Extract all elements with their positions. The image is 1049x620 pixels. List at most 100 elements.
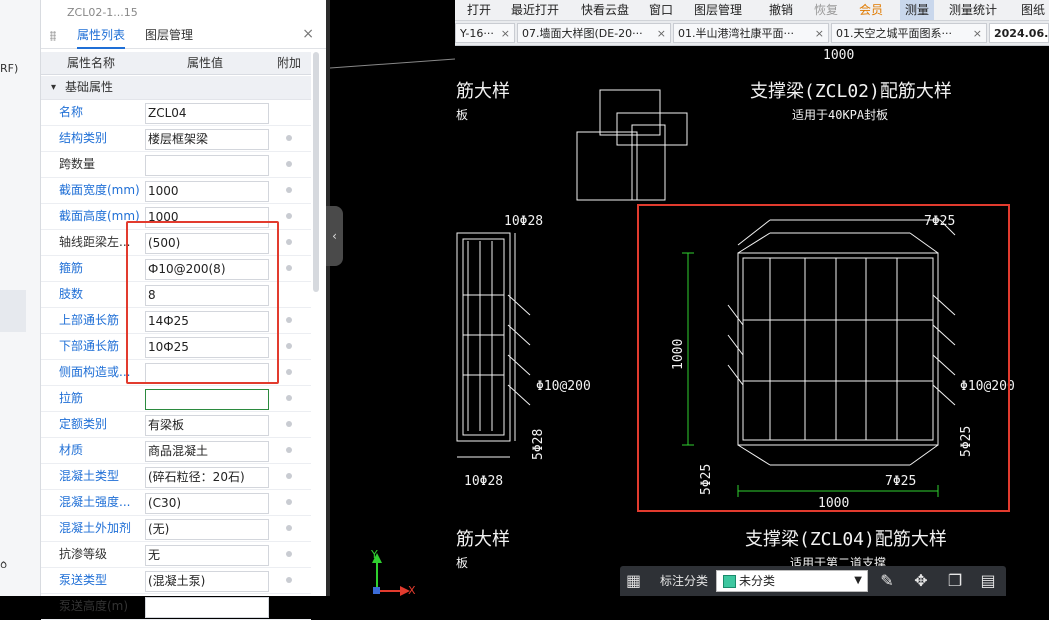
property-value-field[interactable]: 10Ф25 xyxy=(145,337,269,358)
menubar: 打开 最近打开 快看云盘 窗口 图层管理 撤销 恢复 会员 测量 测量统计 图纸 xyxy=(455,0,1049,21)
doc-tab-2[interactable]: 07.墙面大样图(DE-20··· × xyxy=(517,23,671,43)
property-name: 泵送高度(m) xyxy=(59,599,129,613)
property-value-field[interactable]: 无 xyxy=(145,545,269,566)
extra-indicator-dot[interactable] xyxy=(286,135,292,141)
annotation-category-select[interactable]: 未分类 ▼ xyxy=(716,570,868,592)
extra-indicator-dot[interactable] xyxy=(286,213,292,219)
property-value-field[interactable]: 1000 xyxy=(145,207,269,228)
doc-tab-1[interactable]: Y-16··· × xyxy=(455,23,515,43)
property-value-field[interactable] xyxy=(145,363,269,384)
close-icon[interactable]: × xyxy=(657,24,666,42)
property-name: 截面宽度(mm) xyxy=(59,183,140,197)
menu-cloud[interactable]: 快看云盘 xyxy=(581,0,629,20)
menu-open[interactable]: 打开 xyxy=(467,0,491,20)
copy-icon[interactable]: ❐ xyxy=(944,570,966,592)
extra-indicator-dot[interactable] xyxy=(286,161,292,167)
property-value-field[interactable]: 有梁板 xyxy=(145,415,269,436)
extra-indicator-dot[interactable] xyxy=(286,395,292,401)
property-value-field[interactable]: 商品混凝土 xyxy=(145,441,269,462)
tab-property-list[interactable]: 属性列表 xyxy=(77,22,126,49)
doc-tab-label: Y-16··· xyxy=(460,27,494,40)
menu-redo[interactable]: 恢复 xyxy=(814,0,838,20)
property-value-field[interactable]: (500) xyxy=(145,233,269,254)
property-value-field[interactable]: (混凝土泵) xyxy=(145,571,269,592)
extra-indicator-dot[interactable] xyxy=(286,265,292,271)
extra-indicator-dot[interactable] xyxy=(286,551,292,557)
cad-canvas[interactable]: 1000 筋大样 板 支撑梁(ZCL02)配筋大样 适用于40KPA封板 10Φ… xyxy=(330,45,1049,596)
menu-recent[interactable]: 最近打开 xyxy=(511,0,559,20)
close-icon[interactable]: × xyxy=(973,24,982,42)
left-strip-label-2: ᰓ xyxy=(0,558,8,571)
property-value-field[interactable] xyxy=(145,597,269,618)
extra-indicator-dot[interactable] xyxy=(286,525,292,531)
property-value-field[interactable]: 14Ф25 xyxy=(145,311,269,332)
extra-indicator-dot[interactable] xyxy=(286,421,292,427)
property-value-field[interactable] xyxy=(145,155,269,176)
property-value-field[interactable] xyxy=(145,389,269,410)
property-name: 侧面构造或... xyxy=(59,365,131,379)
cad-label-7f25-top: 7Φ25 xyxy=(924,214,955,229)
panel-scrollbar[interactable] xyxy=(313,52,319,292)
paste-icon[interactable]: ▤ xyxy=(977,570,999,592)
edit-icon[interactable]: ✎ xyxy=(876,570,898,592)
property-panel: ZCL02-1...15 属性列表 图层管理 × 属性名称 属性值 附加 ▾ 基… xyxy=(41,0,326,620)
property-row: 截面高度(mm) 1000 xyxy=(41,204,311,230)
axis-x-label: X xyxy=(408,584,416,596)
tab-layer-management[interactable]: 图层管理 xyxy=(145,22,193,47)
extra-indicator-dot[interactable] xyxy=(286,473,292,479)
doc-tab-4[interactable]: 01.天空之城平面图系··· × xyxy=(831,23,987,43)
chevron-down-icon[interactable]: ▾ xyxy=(51,76,56,99)
property-value-field[interactable]: (C30) xyxy=(145,493,269,514)
property-value-field[interactable]: Ф10@200(8) xyxy=(145,259,269,280)
left-section-inner xyxy=(462,238,505,436)
menu-window[interactable]: 窗口 xyxy=(649,0,673,20)
menu-layer-management[interactable]: 图层管理 xyxy=(694,0,742,20)
close-icon[interactable]: × xyxy=(501,24,510,42)
cad-label-dim-horizontal: 1000 xyxy=(818,496,849,511)
extra-indicator-dot[interactable] xyxy=(286,317,292,323)
grid-icon[interactable]: ▦ xyxy=(626,571,641,590)
extra-indicator-dot[interactable] xyxy=(286,239,292,245)
property-name: 混凝土外加剂 xyxy=(59,521,132,535)
property-name: 混凝土强度... xyxy=(59,495,131,509)
property-value-field[interactable]: 楼层框架梁 xyxy=(145,129,269,150)
doc-tab-label: 01.半山港湾社康平面··· xyxy=(678,27,794,40)
property-name: 肢数 xyxy=(59,287,84,301)
property-value-field[interactable]: 1000 xyxy=(145,181,269,202)
property-value-field[interactable]: ZCL04 xyxy=(145,103,269,124)
doc-tab-5[interactable]: 2024.06. xyxy=(989,23,1049,43)
chevron-down-icon: ▼ xyxy=(854,575,862,586)
menu-member[interactable]: 会员 xyxy=(859,0,883,20)
extra-indicator-dot[interactable] xyxy=(286,499,292,505)
extra-indicator-dot[interactable] xyxy=(286,187,292,193)
property-row: 拉筋 xyxy=(41,386,311,412)
extra-indicator-dot[interactable] xyxy=(286,343,292,349)
document-tabs: Y-16··· × 07.墙面大样图(DE-20··· × 01.半山港湾社康平面·… xyxy=(455,21,1049,46)
property-value-field[interactable]: (碎石粒径：20石) xyxy=(145,467,269,488)
property-row: 混凝土类型 (碎石粒径：20石) xyxy=(41,464,311,490)
property-name: 名称 xyxy=(59,105,84,119)
property-value-field[interactable]: (无) xyxy=(145,519,269,540)
menu-drawing[interactable]: 图纸 xyxy=(1021,0,1045,20)
close-icon[interactable]: × xyxy=(815,24,824,42)
extra-indicator-dot[interactable] xyxy=(286,447,292,453)
header-property-name: 属性名称 xyxy=(67,56,116,70)
menu-measure[interactable]: 测量 xyxy=(900,0,935,20)
property-value-field[interactable]: 8 xyxy=(145,285,269,306)
extra-indicator-dot[interactable] xyxy=(286,369,292,375)
left-strip-selected-item[interactable] xyxy=(0,290,26,332)
property-row: 混凝土外加剂 (无) xyxy=(41,516,311,542)
group-basic-properties[interactable]: ▾ 基础属性 xyxy=(41,76,311,100)
drag-handle-icon[interactable] xyxy=(50,31,56,41)
cad-right-title: 支撑梁(ZCL02)配筋大样 xyxy=(750,81,952,102)
move-icon[interactable]: ✥ xyxy=(910,570,932,592)
close-icon[interactable]: × xyxy=(302,26,314,42)
doc-tab-3[interactable]: 01.半山港湾社康平面··· × xyxy=(673,23,829,43)
extra-indicator-dot[interactable] xyxy=(286,577,292,583)
property-rows: 名称 ZCL04 结构类别 楼层框架梁 跨数量 截面宽度(mm) 1000 截面高度(mm) 1… xyxy=(41,100,311,620)
doc-tab-label: 07.墙面大样图(DE-20··· xyxy=(522,27,643,40)
menu-undo[interactable]: 撤销 xyxy=(769,0,793,20)
doc-tab-label: 01.天空之城平面图系··· xyxy=(836,27,952,40)
property-row: 侧面构造或... xyxy=(41,360,311,386)
menu-measure-stats[interactable]: 测量统计 xyxy=(949,0,997,20)
